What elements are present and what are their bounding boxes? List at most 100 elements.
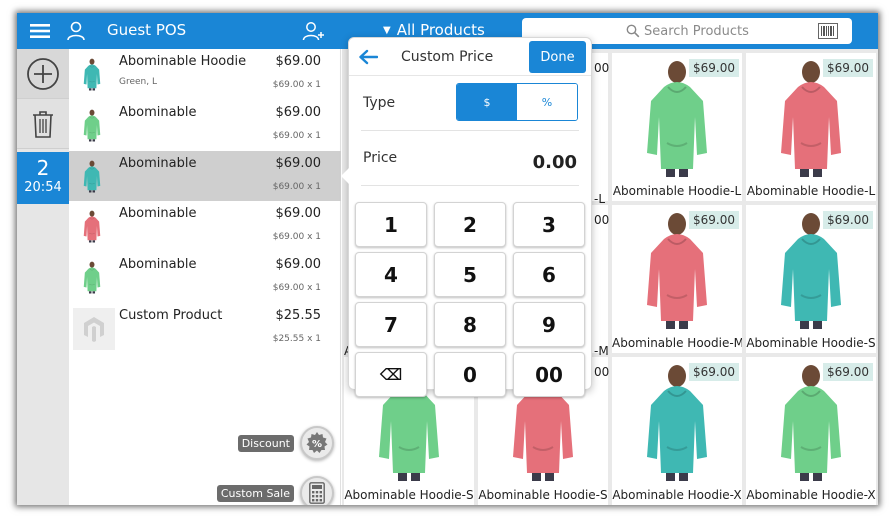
product-name: Abominable Hoodie-L	[746, 184, 876, 198]
price-badge-partial: 00	[594, 61, 610, 75]
keypad-key[interactable]: 00	[513, 352, 585, 397]
keypad-key-label: 9	[542, 312, 556, 337]
popup-header: Custom Price Done	[349, 38, 591, 76]
keypad-key[interactable]: 4	[355, 252, 427, 297]
cart-item[interactable]: Abominable Hoodie Green, L $69.00 $69.00 x …	[69, 49, 341, 99]
popup-title: Custom Price	[401, 49, 494, 65]
product-price-badge: $69.00	[823, 59, 873, 77]
keypad-key[interactable]: 8	[434, 302, 506, 347]
keypad-key[interactable]: 6	[513, 252, 585, 297]
keypad-key-label: 3	[542, 212, 556, 237]
product-price-badge: $69.00	[823, 363, 873, 381]
cart-item[interactable]: Abominable $69.00 $69.00 x 1	[69, 201, 341, 251]
cart-item-name: Abominable	[119, 105, 197, 120]
caret-down-icon: ▼	[383, 24, 391, 36]
product-name: Abominable Hoodie-S	[746, 336, 876, 350]
cart-item-quantity: $69.00 x 1	[272, 80, 321, 90]
keypad-key[interactable]: 3	[513, 202, 585, 247]
delete-order-button[interactable]	[17, 99, 69, 149]
product-price-badge: $69.00	[689, 211, 739, 229]
product-thumbnail	[81, 205, 103, 247]
customer-icon[interactable]	[63, 13, 89, 49]
keypad-key-label: 7	[384, 312, 398, 337]
price-badge-partial: 00	[594, 365, 610, 379]
cart-panel: Abominable Hoodie Green, L $69.00 $69.00 x …	[69, 49, 341, 505]
add-order-button[interactable]	[17, 49, 69, 99]
product-name: Abominable Hoodie-L	[612, 184, 742, 198]
add-customer-icon[interactable]	[300, 13, 326, 49]
keypad-key-label: 00	[535, 362, 563, 387]
cart-item-name: Abominable Hoodie	[119, 54, 247, 69]
keypad-key-label: 4	[384, 262, 398, 287]
cart-item-quantity: $69.00 x 1	[272, 283, 321, 293]
order-time: 20:54	[24, 180, 62, 195]
calculator-icon[interactable]	[300, 476, 334, 505]
cart-item[interactable]: Abominable $69.00 $69.00 x 1	[69, 151, 341, 201]
cart-item-quantity: $25.55 x 1	[272, 334, 321, 344]
product-tile[interactable]: $69.00 Abominable Hoodie-L	[746, 53, 876, 201]
keypad-key[interactable]: 0	[434, 352, 506, 397]
svg-text:%: %	[312, 439, 322, 450]
product-tile[interactable]: $69.00 Abominable Hoodie-S	[746, 205, 876, 353]
price-value[interactable]: 0.00	[533, 152, 577, 173]
keypad-key-label: 8	[463, 312, 477, 337]
discount-icon[interactable]: %	[300, 426, 334, 460]
product-name: Abominable Hoodie-S	[344, 488, 474, 502]
product-price-badge: $69.00	[689, 363, 739, 381]
keypad-key[interactable]: 2	[434, 202, 506, 247]
order-tab[interactable]: 2 20:54	[17, 152, 69, 204]
discount-action[interactable]: Discount %	[237, 426, 334, 460]
cart-item-quantity: $69.00 x 1	[272, 131, 321, 141]
keypad-key[interactable]: 5	[434, 252, 506, 297]
custom-sale-action[interactable]: Custom Sale	[216, 476, 334, 505]
cart-item-price: $69.00	[275, 206, 322, 221]
keypad-key[interactable]: 7	[355, 302, 427, 347]
cart-item[interactable]: Abominable $69.00 $69.00 x 1	[69, 252, 341, 302]
product-tile[interactable]: $69.00 Abominable Hoodie-X	[612, 357, 742, 505]
product-thumbnail	[81, 155, 103, 197]
pos-window: Guest POS ▼ All Products 2 20:54	[17, 13, 878, 505]
product-price-badge: $69.00	[823, 211, 873, 229]
product-thumbnail	[81, 104, 103, 146]
divider	[361, 185, 579, 186]
discount-label: Discount	[237, 434, 294, 452]
type-percent-option[interactable]: %	[517, 84, 577, 120]
product-price-badge: $69.00	[689, 59, 739, 77]
type-label: Type	[363, 95, 396, 111]
product-tile[interactable]: $69.00 Abominable Hoodie-X	[746, 357, 876, 505]
cart-item-name: Custom Product	[119, 308, 223, 323]
cart-item[interactable]: Custom Product $25.55 $25.55 x 1	[69, 303, 341, 353]
barcode-icon[interactable]	[818, 23, 838, 43]
product-name-partial: -L	[594, 192, 606, 206]
customer-name[interactable]: Guest POS	[107, 21, 186, 39]
done-button[interactable]: Done	[529, 41, 586, 73]
keypad-key-label: 2	[463, 212, 477, 237]
search-icon	[626, 23, 640, 42]
price-badge-partial: 00	[594, 213, 610, 227]
cart-item[interactable]: Abominable $69.00 $69.00 x 1	[69, 100, 341, 150]
backspace-key[interactable]: ⌫	[355, 352, 427, 397]
cart-item-name: Abominable	[119, 257, 197, 272]
product-thumbnail	[81, 53, 103, 95]
plus-circle-icon	[27, 57, 59, 90]
search-input[interactable]	[644, 21, 814, 41]
cart-item-quantity: $69.00 x 1	[272, 182, 321, 192]
product-tile[interactable]: $69.00 Abominable Hoodie-L	[612, 53, 742, 201]
cart-item-options: Green, L	[119, 77, 157, 87]
keypad-key[interactable]: 1	[355, 202, 427, 247]
product-name-partial: -M	[594, 344, 609, 358]
product-name: Abominable Hoodie-X	[746, 488, 876, 502]
cart-item-price: $25.55	[275, 308, 322, 323]
keypad-key[interactable]: 9	[513, 302, 585, 347]
custom-sale-label: Custom Sale	[216, 484, 294, 502]
trash-icon	[33, 110, 53, 138]
cart-item-price: $69.00	[275, 54, 322, 69]
popup-pointer	[341, 168, 349, 184]
cart-item-price: $69.00	[275, 257, 322, 272]
type-dollar-option[interactable]: $	[457, 84, 517, 120]
cart-item-price: $69.00	[275, 156, 322, 171]
price-label: Price	[363, 150, 398, 166]
product-tile[interactable]: $69.00 Abominable Hoodie-M	[612, 205, 742, 353]
menu-icon[interactable]	[27, 13, 53, 49]
back-arrow-icon[interactable]	[357, 46, 379, 68]
